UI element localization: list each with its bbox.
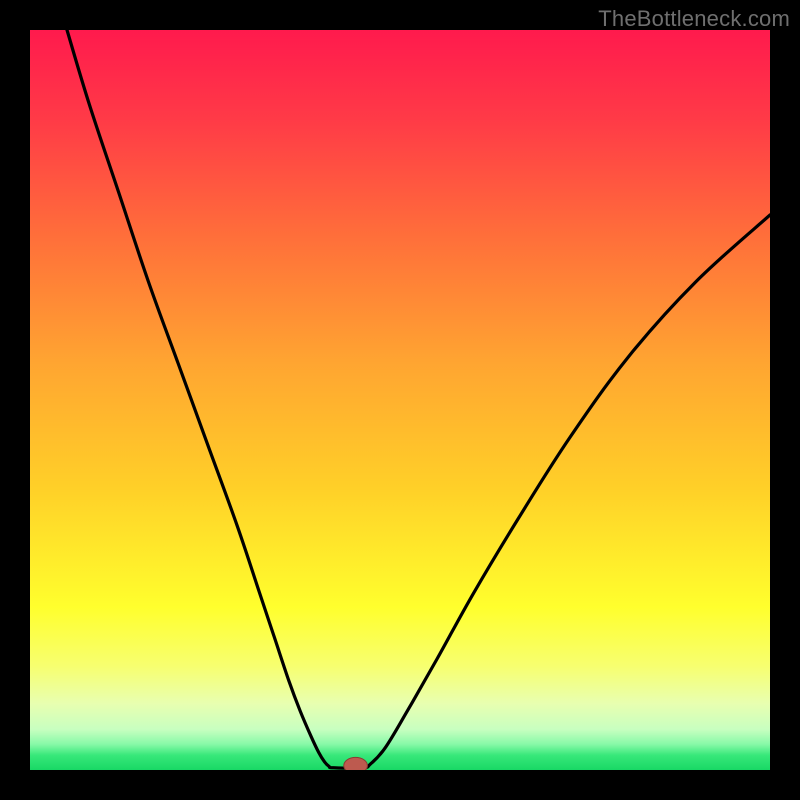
watermark-label: TheBottleneck.com [598, 6, 790, 32]
outer-frame: TheBottleneck.com [0, 0, 800, 800]
plot-area [30, 30, 770, 770]
minimum-marker [344, 757, 368, 770]
gradient-background [30, 30, 770, 770]
chart-svg [30, 30, 770, 770]
